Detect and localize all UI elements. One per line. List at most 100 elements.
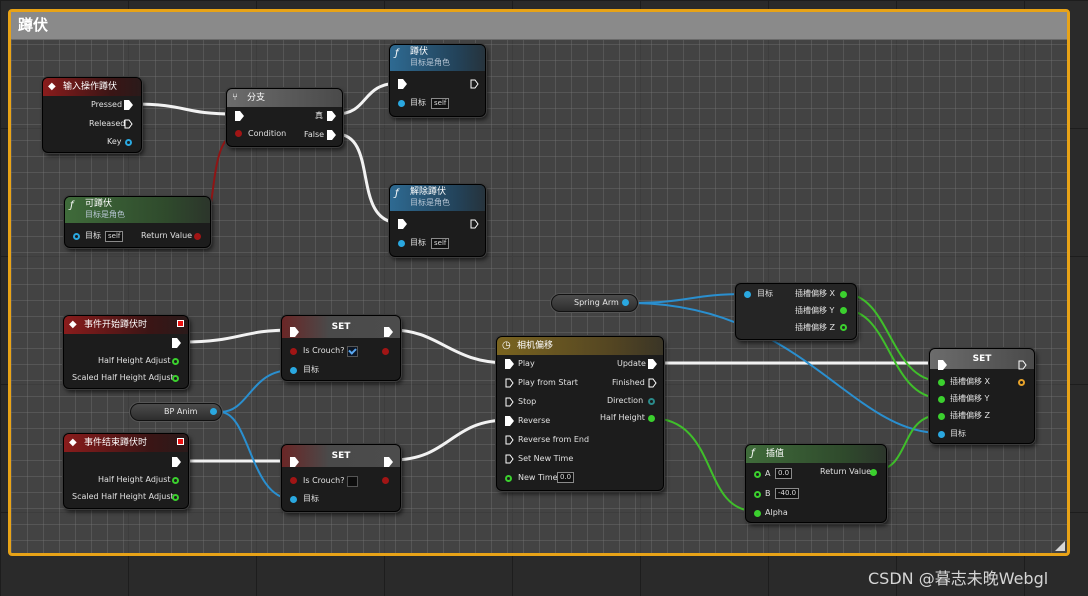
lerp-a-input[interactable]: 0.0 bbox=[775, 468, 793, 479]
set2-header[interactable]: SET bbox=[282, 445, 400, 467]
branch-header[interactable]: ⑂ 分支 bbox=[227, 89, 342, 107]
set2-exec-in[interactable] bbox=[290, 457, 299, 467]
reverse-exec-pin[interactable] bbox=[505, 416, 514, 426]
play-exec-pin[interactable] bbox=[505, 359, 514, 369]
crouch-header[interactable]: ƒ 蹲伏 目标是角色 bbox=[390, 45, 485, 71]
on-start-scaled-half-height-pin[interactable] bbox=[172, 375, 179, 382]
crouch-node[interactable]: ƒ 蹲伏 目标是角色 目标 self bbox=[389, 44, 486, 117]
set1-exec-out[interactable] bbox=[384, 327, 393, 337]
set3-target-pin[interactable] bbox=[938, 431, 945, 438]
input-crouch-title: 输入操作蹲伏 bbox=[63, 82, 118, 92]
spring-arm-variable[interactable]: Spring Arm bbox=[551, 294, 638, 312]
can-crouch-return-pin[interactable] bbox=[194, 233, 201, 240]
on-start-exec-out[interactable] bbox=[172, 338, 181, 348]
set3-vector-out-pin[interactable] bbox=[1018, 379, 1025, 386]
spring-arm-pin[interactable] bbox=[622, 299, 629, 306]
uncrouch-exec-in[interactable] bbox=[398, 219, 407, 229]
lerp-a-pin[interactable] bbox=[754, 471, 761, 478]
set-is-crouch-true-node[interactable]: SET Is Crouch? 目标 bbox=[281, 315, 401, 381]
set3-exec-in[interactable] bbox=[938, 360, 947, 370]
lerp-header[interactable]: ƒ 插值 bbox=[746, 445, 886, 463]
set3-x-pin[interactable] bbox=[938, 379, 945, 386]
crouch-exec-out[interactable] bbox=[470, 79, 479, 89]
uncrouch-exec-out[interactable] bbox=[470, 219, 479, 229]
set1-is-crouch-out-pin[interactable] bbox=[382, 348, 389, 355]
getter-y-pin[interactable] bbox=[840, 307, 847, 314]
comment-title[interactable]: 蹲伏 bbox=[11, 12, 1067, 40]
input-crouch-header[interactable]: ◆ 输入操作蹲伏 bbox=[43, 78, 141, 96]
can-crouch-title: 可蹲伏 bbox=[85, 199, 113, 209]
set-new-time-exec-pin[interactable] bbox=[505, 454, 514, 464]
can-crouch-self-box[interactable]: self bbox=[105, 231, 124, 242]
bp-anim-variable[interactable]: BP Anim bbox=[130, 403, 222, 421]
new-time-pin[interactable] bbox=[505, 475, 512, 482]
stop-exec-pin[interactable] bbox=[505, 397, 514, 407]
new-time-input[interactable]: 0.0 bbox=[557, 472, 575, 483]
lerp-b-pin[interactable] bbox=[754, 491, 761, 498]
can-crouch-header[interactable]: ƒ 可蹲伏 目标是角色 bbox=[65, 197, 210, 223]
getter-z-pin[interactable] bbox=[840, 324, 847, 331]
direction-pin[interactable] bbox=[648, 398, 655, 405]
resize-handle[interactable] bbox=[1055, 541, 1065, 551]
set3-z-pin[interactable] bbox=[938, 413, 945, 420]
on-end-exec-out[interactable] bbox=[172, 457, 181, 467]
set1-is-crouch-checkbox[interactable] bbox=[347, 346, 358, 357]
pressed-exec-pin[interactable] bbox=[124, 100, 133, 110]
key-pin[interactable] bbox=[125, 139, 132, 146]
delegate-pin[interactable] bbox=[177, 438, 184, 445]
uncrouch-header[interactable]: ƒ 解除蹲伏 目标是角色 bbox=[390, 185, 485, 211]
lerp-alpha-pin[interactable] bbox=[754, 510, 761, 517]
set2-target-pin[interactable] bbox=[290, 496, 297, 503]
socket-offset-getter-node[interactable]: 目标 插槽偏移 X 插槽偏移 Y 插槽偏移 Z bbox=[735, 283, 857, 340]
lerp-node[interactable]: ƒ 插值 A 0.0 Return Value B -40.0 Alpha bbox=[745, 444, 887, 523]
delegate-pin[interactable] bbox=[177, 320, 184, 327]
can-crouch-node[interactable]: ƒ 可蹲伏 目标是角色 目标 self Return Value bbox=[64, 196, 211, 248]
half-height-pin[interactable] bbox=[648, 415, 655, 422]
bp-anim-pin[interactable] bbox=[210, 408, 217, 415]
on-start-crouch-node[interactable]: ◆ 事件开始蹲伏时 Half Height Adjust Scaled Half… bbox=[63, 315, 189, 389]
play-from-start-exec-pin[interactable] bbox=[505, 378, 514, 388]
set3-exec-out[interactable] bbox=[1018, 360, 1027, 370]
uncrouch-node[interactable]: ƒ 解除蹲伏 目标是角色 目标 self bbox=[389, 184, 486, 257]
set3-y-pin[interactable] bbox=[938, 396, 945, 403]
input-crouch-node[interactable]: ◆ 输入操作蹲伏 Pressed Released Key bbox=[42, 77, 142, 153]
branch-node[interactable]: ⑂ 分支 真 Condition False bbox=[226, 88, 343, 147]
getter-x-pin[interactable] bbox=[840, 291, 847, 298]
set-is-crouch-false-node[interactable]: SET Is Crouch? 目标 bbox=[281, 444, 401, 512]
on-end-half-height-pin[interactable] bbox=[172, 477, 179, 484]
set1-header[interactable]: SET bbox=[282, 316, 400, 338]
released-exec-pin[interactable] bbox=[124, 119, 133, 129]
crouch-target-pin[interactable] bbox=[398, 100, 405, 107]
uncrouch-target-pin[interactable] bbox=[398, 240, 405, 247]
branch-false-pin[interactable] bbox=[327, 130, 336, 140]
condition-pin[interactable] bbox=[235, 130, 242, 137]
set2-is-crouch-pin[interactable] bbox=[290, 477, 297, 484]
uncrouch-self-box[interactable]: self bbox=[431, 238, 450, 249]
timeline-header[interactable]: ◷ 相机偏移 bbox=[497, 337, 663, 355]
getter-x-label: 插槽偏移 X bbox=[795, 289, 836, 298]
can-crouch-target-pin[interactable] bbox=[73, 233, 80, 240]
crouch-self-box[interactable]: self bbox=[431, 98, 450, 109]
on-end-scaled-half-height-pin[interactable] bbox=[172, 494, 179, 501]
set2-is-crouch-out-pin[interactable] bbox=[382, 477, 389, 484]
set2-exec-out[interactable] bbox=[384, 457, 393, 467]
branch-true-pin[interactable] bbox=[327, 111, 336, 121]
set-socket-offset-node[interactable]: SET 插槽偏移 X 插槽偏移 Y 插槽偏移 Z 目标 bbox=[929, 348, 1035, 444]
reverse-from-end-exec-pin[interactable] bbox=[505, 435, 514, 445]
timeline-node[interactable]: ◷ 相机偏移 Play Play from Start Stop Reverse… bbox=[496, 336, 664, 491]
set1-is-crouch-pin[interactable] bbox=[290, 348, 297, 355]
crouch-exec-in[interactable] bbox=[398, 79, 407, 89]
set2-is-crouch-checkbox[interactable] bbox=[347, 476, 358, 487]
getter-target-pin[interactable] bbox=[744, 291, 751, 298]
branch-exec-in[interactable] bbox=[235, 111, 244, 121]
set1-exec-in[interactable] bbox=[290, 327, 299, 337]
on-start-crouch-header[interactable]: ◆ 事件开始蹲伏时 bbox=[64, 316, 188, 334]
lerp-b-input[interactable]: -40.0 bbox=[775, 488, 800, 499]
on-end-crouch-node[interactable]: ◆ 事件结束蹲伏时 Half Height Adjust Scaled Half… bbox=[63, 433, 189, 509]
finished-exec-pin[interactable] bbox=[648, 378, 657, 388]
on-start-half-height-pin[interactable] bbox=[172, 358, 179, 365]
on-end-crouch-header[interactable]: ◆ 事件结束蹲伏时 bbox=[64, 434, 188, 452]
update-exec-pin[interactable] bbox=[648, 359, 657, 369]
lerp-return-pin[interactable] bbox=[870, 469, 877, 476]
set1-target-pin[interactable] bbox=[290, 367, 297, 374]
